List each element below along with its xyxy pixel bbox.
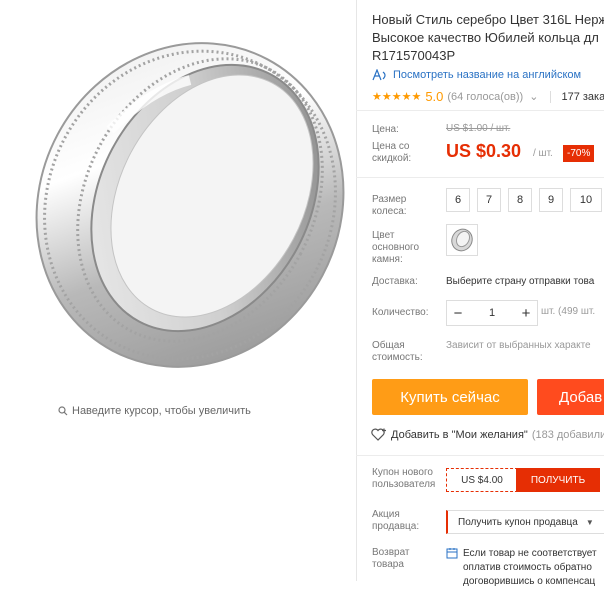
magnifier-icon bbox=[58, 406, 68, 416]
product-image-ring[interactable] bbox=[0, 0, 356, 400]
quantity-availability: шт. (499 шт. bbox=[541, 306, 596, 317]
returns-label: Возврат товара bbox=[372, 547, 410, 570]
color-option-silver[interactable] bbox=[446, 224, 478, 256]
size-option-9[interactable]: 9 bbox=[539, 188, 563, 212]
caret-down-icon: ▼ bbox=[585, 517, 594, 527]
delivery-country-select[interactable]: Выберите страну отправки това bbox=[446, 276, 594, 287]
seller-coupon-dropdown[interactable]: Получить купон продавца ▼ bbox=[446, 510, 604, 534]
old-price: US $1.00 / шт. bbox=[446, 123, 511, 134]
section-divider bbox=[356, 177, 604, 178]
color-label: Цвет основного камня: bbox=[372, 230, 420, 265]
wishlist-link[interactable]: Добавить в "Мои желания" (183 добавили bbox=[371, 428, 604, 441]
product-title-line-1: Новый Стиль серебро Цвет 316L Нерж bbox=[372, 12, 604, 27]
seller-promo-label: Акция продавца: bbox=[372, 509, 420, 532]
rating-row: ★★★★★ 5.0 (64 голоса(ов)) ⌄ 177 зака bbox=[372, 89, 604, 104]
wishlist-count: (183 добавили bbox=[531, 428, 604, 441]
buy-now-button[interactable]: Купить сейчас bbox=[372, 379, 528, 415]
total-label: Общая стоимость: bbox=[372, 340, 423, 363]
zoom-hint: Наведите курсор, чтобы увеличить bbox=[58, 405, 251, 417]
quantity-value[interactable]: 1 bbox=[489, 307, 495, 319]
column-divider bbox=[356, 0, 357, 581]
add-to-cart-button[interactable]: Добав bbox=[537, 379, 604, 415]
wishlist-label: Добавить в "Мои желания" bbox=[391, 428, 528, 441]
discount-price-label: Цена со скидкой: bbox=[372, 141, 412, 164]
price-label: Цена: bbox=[372, 124, 399, 135]
seller-coupon-select-text: Получить купон продавца bbox=[458, 516, 578, 528]
quantity-plus-button[interactable]: + bbox=[515, 305, 537, 322]
discount-price: US $0.30 bbox=[446, 141, 522, 161]
translate-icon bbox=[372, 69, 386, 81]
chevron-down-icon[interactable]: ⌄ bbox=[529, 90, 538, 103]
orders-count: 177 зака bbox=[550, 90, 604, 103]
rating-votes[interactable]: (64 голоса(ов)) bbox=[447, 91, 523, 103]
section-divider bbox=[356, 110, 604, 111]
zoom-hint-text: Наведите курсор, чтобы увеличить bbox=[72, 405, 251, 417]
section-divider bbox=[356, 455, 604, 456]
get-coupon-button[interactable]: ПОЛУЧИТЬ bbox=[516, 468, 600, 492]
size-option-8[interactable]: 8 bbox=[508, 188, 532, 212]
total-value: Зависит от выбранных характе bbox=[446, 340, 591, 351]
returns-description: Если товар не соответствует оплатив стои… bbox=[463, 547, 597, 589]
heart-plus-icon bbox=[371, 428, 386, 441]
size-label: Размер колеса: bbox=[372, 194, 407, 217]
ring-thumbnail-icon bbox=[451, 228, 473, 252]
calendar-return-icon bbox=[446, 546, 458, 564]
coupon-value: US $4.00 bbox=[446, 468, 518, 492]
coupon-label: Купон нового пользователя bbox=[372, 467, 436, 490]
product-title-line-3: R171570043P bbox=[372, 48, 456, 63]
product-gallery[interactable] bbox=[0, 0, 356, 581]
rating-stars-icon: ★★★★★ bbox=[372, 91, 422, 103]
size-option-6[interactable]: 6 bbox=[446, 188, 470, 212]
product-title-line-2: Высокое качество Юбилей кольца дл bbox=[372, 30, 599, 45]
quantity-stepper[interactable]: − 1 + bbox=[446, 300, 538, 326]
quantity-minus-button[interactable]: − bbox=[447, 305, 469, 322]
english-link-text: Посмотреть название на английском bbox=[393, 69, 582, 81]
returns-line-2: оплатив стоимость обратно bbox=[463, 562, 592, 573]
returns-line-1: Если товар не соответствует bbox=[463, 548, 597, 559]
price-per-unit: / шт. bbox=[533, 148, 553, 159]
returns-line-3: договорившись о компенсац bbox=[463, 576, 596, 587]
size-option-10[interactable]: 10 bbox=[570, 188, 602, 212]
size-option-7[interactable]: 7 bbox=[477, 188, 501, 212]
delivery-label: Доставка: bbox=[372, 276, 418, 287]
discount-badge: -70% bbox=[563, 145, 595, 162]
english-title-link[interactable]: Посмотреть название на английском bbox=[372, 69, 581, 81]
rating-score: 5.0 bbox=[425, 89, 444, 104]
quantity-label: Количество: bbox=[372, 307, 429, 318]
